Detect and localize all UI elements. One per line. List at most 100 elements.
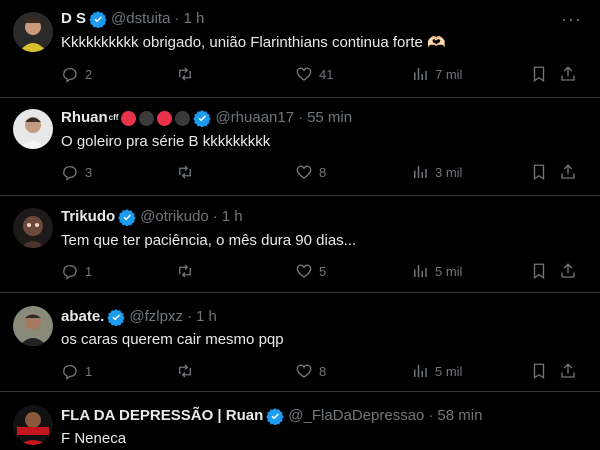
tweet-header: abate. @fzlpxz · 1 h (61, 307, 217, 327)
share-icon (561, 263, 575, 278)
verified-badge-icon (193, 109, 212, 127)
reply-count: 1 (85, 363, 93, 379)
timestamp[interactable]: 58 min (437, 406, 482, 426)
like-button[interactable]: 41 (295, 64, 333, 84)
separator-dot: · (428, 407, 434, 424)
verified-badge-icon (107, 308, 126, 326)
like-button[interactable]: 8 (295, 162, 326, 182)
bookmark-button[interactable] (530, 261, 548, 281)
avatar[interactable] (13, 109, 53, 149)
tweet[interactable]: FLA DA DEPRESSÃO | Ruan @_FlaDaDepressao… (0, 392, 600, 450)
reply-icon (63, 166, 77, 181)
like-button[interactable]: 5 (295, 261, 326, 281)
tweet-text: Tem que ter paciência, o mês dura 90 dia… (61, 232, 357, 249)
share-icon (561, 66, 575, 81)
share-button[interactable] (559, 361, 577, 381)
reply-icon (63, 265, 77, 280)
verified-badge-icon (118, 208, 136, 226)
views-icon (414, 166, 427, 178)
retweet-icon (179, 67, 191, 81)
like-count: 5 (319, 263, 327, 279)
action-bar: 1 5 5 mil (61, 261, 581, 281)
tweet[interactable]: abate. @fzlpxz · 1 h os caras querem cai… (0, 293, 600, 392)
views-button[interactable]: 3 mil (411, 162, 462, 182)
like-count: 41 (319, 66, 334, 82)
action-bar: 1 8 5 mil (61, 361, 581, 381)
tweet[interactable]: Trikudo @otrikudo · 1 h Tem que ter paci… (0, 196, 600, 293)
avatar[interactable] (13, 306, 53, 346)
reply-button[interactable]: 1 (61, 261, 92, 281)
more-icon[interactable]: ··· (561, 9, 582, 29)
tweet-header: Trikudo @otrikudo · 1 h (61, 207, 243, 227)
tweet-header: Rhuancff @rhuaan17 · 55 min (61, 108, 352, 128)
avatar[interactable] (13, 208, 53, 248)
action-bar: 2 41 7 mil (61, 64, 581, 84)
reply-count: 1 (85, 263, 93, 279)
like-count: 8 (319, 363, 327, 379)
author-name[interactable]: FLA DA DEPRESSÃO | Ruan (61, 406, 263, 426)
bookmark-icon (533, 66, 545, 83)
tweet[interactable]: D S @dstuita · 1 h ··· Kkkkkkkkkk obriga… (0, 0, 600, 98)
avatar[interactable] (13, 405, 53, 445)
timestamp[interactable]: 1 h (183, 9, 204, 29)
verified-badge-icon (266, 407, 284, 425)
bookmark-button[interactable] (530, 64, 548, 84)
reply-feed: D S @dstuita · 1 h ··· Kkkkkkkkkk obriga… (0, 0, 600, 450)
bookmark-button[interactable] (530, 162, 548, 182)
view-count: 5 mil (435, 363, 463, 379)
author-handle[interactable]: @otrikudo (140, 207, 209, 227)
like-icon (296, 165, 312, 179)
bookmark-button[interactable] (530, 361, 548, 381)
like-icon (296, 67, 312, 81)
action-bar: 3 8 3 mil (61, 162, 581, 182)
tweet-header: D S @dstuita · 1 h (61, 9, 204, 29)
retweet-button[interactable] (176, 361, 194, 381)
reply-button[interactable]: 1 (61, 361, 92, 381)
reply-button[interactable]: 3 (61, 162, 92, 182)
timestamp[interactable]: 55 min (307, 108, 352, 128)
tweet[interactable]: Rhuancff @rhuaan17 · 55 min O goleiro pr… (0, 98, 600, 196)
timestamp[interactable]: 1 h (196, 307, 217, 327)
red-circle-icon (157, 110, 173, 126)
retweet-icon (179, 264, 191, 278)
views-button[interactable]: 5 mil (411, 361, 462, 381)
share-button[interactable] (559, 162, 577, 182)
name-suffix: cff (108, 113, 119, 122)
separator-dot: · (174, 10, 180, 27)
bookmark-icon (533, 263, 545, 280)
tweet-header: FLA DA DEPRESSÃO | Ruan @_FlaDaDepressao… (61, 406, 482, 426)
author-handle[interactable]: @rhuaan17 (215, 108, 294, 128)
verified-badge-icon (89, 10, 107, 28)
bookmark-icon (533, 363, 545, 380)
author-name[interactable]: abate. (61, 307, 104, 327)
separator-dot: · (186, 308, 192, 325)
share-button[interactable] (559, 261, 577, 281)
timestamp[interactable]: 1 h (222, 207, 243, 227)
author-name[interactable]: Trikudo (61, 207, 115, 227)
views-button[interactable]: 7 mil (411, 64, 462, 84)
author-handle[interactable]: @dstuita (111, 9, 170, 29)
retweet-button[interactable] (176, 162, 194, 182)
tweet-text: os caras querem cair mesmo pqp (61, 331, 284, 348)
views-icon (414, 68, 427, 80)
view-count: 3 mil (435, 164, 463, 180)
reply-count: 2 (85, 66, 93, 82)
share-button[interactable] (559, 64, 577, 84)
separator-dot: · (298, 109, 304, 126)
black-circle-icon (139, 110, 155, 126)
retweet-button[interactable] (176, 261, 194, 281)
views-button[interactable]: 5 mil (411, 261, 462, 281)
reply-count: 3 (85, 164, 93, 180)
avatar[interactable] (13, 12, 53, 52)
author-name[interactable]: D S (61, 9, 86, 29)
author-handle[interactable]: @fzlpxz (129, 307, 183, 327)
reply-icon (63, 365, 77, 380)
author-name[interactable]: Rhuancff (61, 108, 118, 128)
views-icon (414, 365, 427, 377)
retweet-button[interactable] (176, 64, 194, 84)
reply-button[interactable]: 2 (61, 64, 92, 84)
like-icon (296, 264, 312, 278)
like-button[interactable]: 8 (295, 361, 326, 381)
black-circle-icon (175, 110, 191, 126)
author-handle[interactable]: @_FlaDaDepressao (288, 406, 424, 426)
